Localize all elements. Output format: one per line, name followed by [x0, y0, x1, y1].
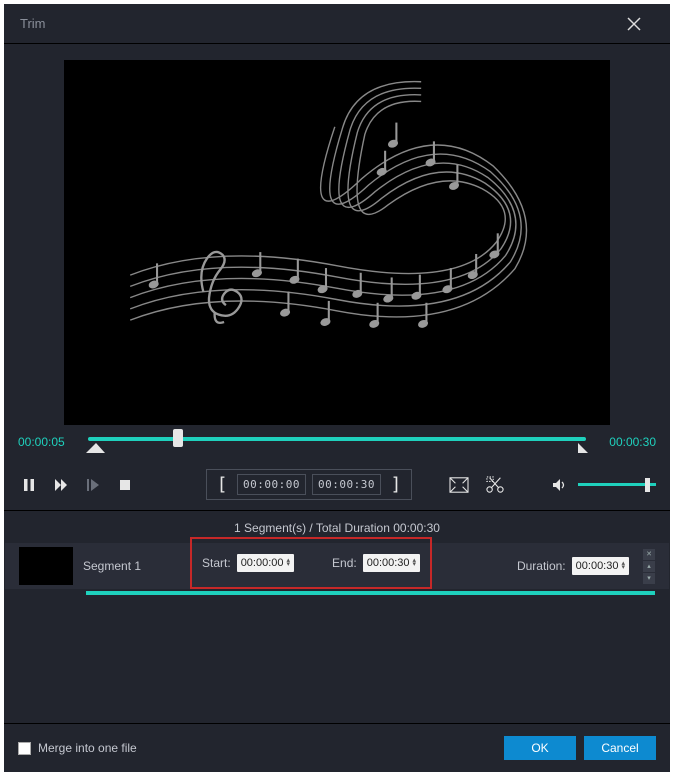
trim-dialog: Trim [4, 4, 670, 772]
fast-forward-button[interactable] [50, 474, 72, 496]
segment-name: Segment 1 [83, 559, 163, 573]
playhead[interactable] [173, 429, 183, 447]
close-button[interactable] [614, 4, 654, 44]
step-button[interactable] [82, 474, 104, 496]
duration-input[interactable]: 00:00:30▴▾ [572, 557, 629, 575]
music-artwork-icon [91, 78, 582, 407]
pause-button[interactable] [18, 474, 40, 496]
video-preview [64, 60, 610, 425]
set-in-button[interactable]: [ [213, 475, 231, 495]
volume-slider[interactable] [578, 483, 656, 486]
timeline-track[interactable] [88, 431, 586, 453]
stop-button[interactable] [114, 474, 136, 496]
duration-label: Duration: [517, 559, 566, 573]
move-up-arrow[interactable]: ▴ [643, 561, 655, 572]
start-input[interactable]: 00:00:00▴▾ [237, 554, 294, 572]
dialog-title: Trim [20, 16, 46, 31]
playback-controls: [ 00:00:00 00:00:30 ] [4, 453, 670, 511]
end-label: End: [332, 556, 357, 570]
current-time-label: 00:00:05 [18, 435, 80, 449]
out-handle[interactable] [578, 443, 588, 453]
set-out-button[interactable]: ] [387, 475, 405, 495]
timeline: 00:00:05 00:00:30 [4, 425, 670, 453]
segment-row: Segment 1 Start: 00:00:00▴▾ End: 00:00:3… [5, 543, 669, 589]
footer: Merge into one file OK Cancel [4, 723, 670, 772]
titlebar: Trim [4, 4, 670, 44]
crop-button[interactable] [446, 474, 472, 496]
out-time-box[interactable]: 00:00:30 [312, 474, 381, 495]
segment-thumbnail[interactable] [19, 547, 73, 585]
trim-bracket-group: [ 00:00:00 00:00:30 ] [206, 469, 412, 500]
segment-bar[interactable] [86, 591, 655, 595]
end-input[interactable]: 00:00:30▴▾ [363, 554, 420, 572]
highlight-box: Start: 00:00:00▴▾ End: 00:00:30▴▾ [190, 537, 432, 589]
volume-control[interactable] [548, 474, 656, 496]
move-down-arrow[interactable]: ▾ [643, 573, 655, 584]
in-time-box[interactable]: 00:00:00 [237, 474, 306, 495]
move-up-button[interactable]: ✕ [643, 549, 655, 560]
volume-icon[interactable] [548, 474, 570, 496]
in-handle[interactable] [86, 443, 105, 453]
merge-checkbox[interactable] [18, 742, 31, 755]
total-time-label: 00:00:30 [594, 435, 656, 449]
start-label: Start: [202, 556, 231, 570]
cancel-button[interactable]: Cancel [584, 736, 656, 760]
merge-label: Merge into one file [38, 741, 137, 755]
cut-button[interactable] [482, 474, 508, 496]
ok-button[interactable]: OK [504, 736, 576, 760]
